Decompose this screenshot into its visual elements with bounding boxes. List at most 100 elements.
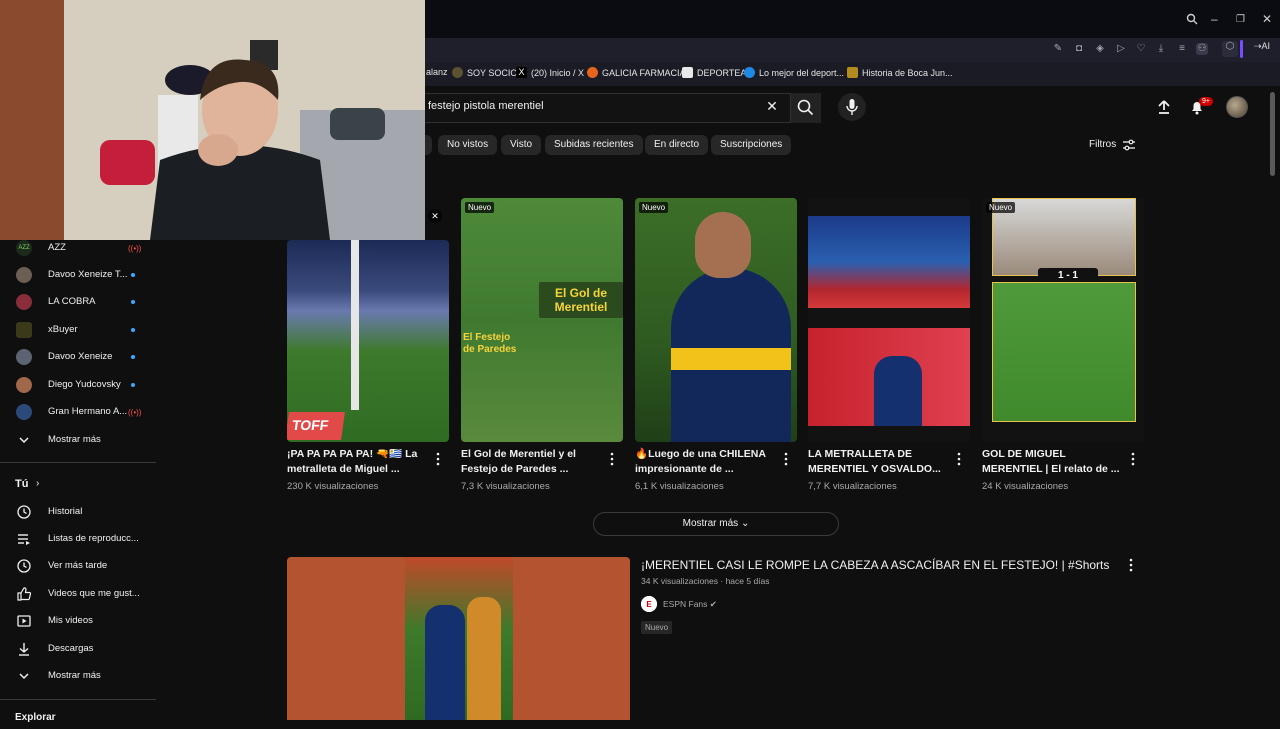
more-options-icon[interactable] — [783, 452, 789, 466]
sidebar-subscription-xbuyer[interactable]: xBuyer — [0, 320, 160, 340]
profile-icon[interactable]: ⚇ — [1196, 43, 1208, 55]
video-title[interactable]: ¡PA PA PA PA PA! 🔫🇺🇾 La metralleta de Mi… — [287, 447, 427, 477]
subscription-label: Gran Hermano A... — [48, 406, 128, 417]
sidebar-item-label: Listas de reproducc... — [48, 533, 139, 544]
ai-button[interactable]: ⇢AI — [1254, 41, 1270, 52]
minimize-icon[interactable]: – — [1211, 12, 1218, 26]
video-title[interactable]: LA METRALLETA DE MERENTIEL Y OSVALDO... — [808, 447, 948, 477]
restore-icon[interactable]: ❐ — [1236, 14, 1245, 25]
sidebar-item-liked-videos[interactable]: Videos que me gust... — [0, 583, 160, 605]
more-options-icon[interactable] — [1130, 452, 1136, 466]
bookmark-deportea[interactable]: DEPORTEA — [682, 67, 746, 78]
sidebar-item-mis-videos[interactable]: Mis videos — [0, 610, 160, 632]
chip-subidas-recientes[interactable]: Subidas recientes — [545, 135, 643, 155]
channel-avatar: AZZ — [16, 240, 32, 256]
edit-icon[interactable]: ✎ — [1052, 43, 1064, 55]
more-options-icon[interactable] — [1128, 558, 1134, 572]
close-window-icon[interactable]: ✕ — [1262, 12, 1272, 26]
sidebar-item-historial[interactable]: Historial — [0, 501, 160, 523]
sidebar-subscription-davoo-t[interactable]: Davoo Xeneize T... — [0, 265, 160, 285]
shield-icon[interactable]: ◈ — [1094, 43, 1106, 55]
sidebar-you-heading[interactable]: Tú › — [0, 473, 160, 495]
new-badge: Nuevo — [465, 202, 495, 213]
bookmark-alanz[interactable]: alanz — [426, 67, 448, 77]
video-views: 7,7 K visualizaciones — [808, 481, 897, 492]
video-title[interactable]: GOL DE MIGUEL MERENTIEL | El relato de .… — [982, 447, 1122, 477]
video-thumbnail[interactable]: 1 - 1 Nuevo — [982, 198, 1144, 442]
close-icon[interactable]: ✕ — [428, 209, 442, 223]
filters-icon[interactable] — [1122, 138, 1136, 152]
bookmark-soy-socio[interactable]: SOY SOCIO — [452, 67, 517, 78]
clear-search-icon[interactable]: ✕ — [764, 98, 780, 114]
sidebar-subscription-azz[interactable]: AZZ AZZ ((•)) — [0, 238, 160, 258]
live-icon: ((•)) — [128, 408, 142, 417]
chevron-down-icon — [19, 437, 29, 444]
bookmark-historia-boca[interactable]: Historia de Boca Jun... — [847, 67, 953, 78]
deportea-icon — [682, 67, 693, 78]
chip-no-vistos[interactable]: No vistos — [438, 135, 498, 155]
camera-icon[interactable]: ◘ — [1073, 43, 1085, 55]
new-badge: Nuevo — [641, 621, 673, 634]
search-query[interactable]: festejo pistola merentiel — [428, 100, 544, 112]
video-thumbnail[interactable]: Nuevo — [635, 198, 797, 442]
thumbnail-caption: El Festejo de Paredes — [463, 332, 517, 355]
match-frame — [992, 282, 1136, 422]
sidebar-subscription-la-cobra[interactable]: LA COBRA — [0, 292, 160, 312]
menu-icon[interactable]: ≡ — [1176, 43, 1188, 55]
sidebar-subscription-davoo[interactable]: Davoo Xeneize — [0, 347, 160, 367]
more-options-icon[interactable] — [609, 452, 615, 466]
explore-label: Explorar — [15, 712, 56, 723]
video-views: 6,1 K visualizaciones — [635, 481, 724, 492]
video-title[interactable]: 🔥Luego de una CHILENA impresionante de .… — [635, 447, 775, 477]
chevron-down-icon: ⌄ — [740, 518, 750, 529]
video-views: 7,3 K visualizaciones — [461, 481, 550, 492]
more-options-icon[interactable] — [435, 452, 441, 466]
sidebar-item-descargas[interactable]: Descargas — [0, 638, 160, 660]
clock-icon — [17, 559, 31, 573]
scrollbar-thumb[interactable] — [1270, 92, 1275, 176]
voice-search-button[interactable] — [838, 93, 866, 121]
subscription-label: Diego Yudcovsky — [48, 379, 121, 390]
channel-avatar[interactable]: E — [641, 596, 657, 612]
search-icon[interactable] — [1186, 13, 1198, 25]
bookmark-x[interactable]: X (20) Inicio / X — [516, 67, 584, 78]
chip-en-directo[interactable]: En directo — [645, 135, 709, 155]
sidebar-explore-heading[interactable]: Explorar — [0, 707, 160, 729]
sidebar-subscription-gran-hermano[interactable]: Gran Hermano A... ((•)) — [0, 402, 160, 422]
chip-suscripciones[interactable]: Suscripciones — [711, 135, 792, 155]
channel-avatar — [16, 349, 32, 365]
account-avatar[interactable] — [1226, 96, 1248, 118]
shorts-title[interactable]: ¡MERENTIEL CASI LE ROMPE LA CABEZA A ASC… — [641, 558, 1109, 572]
new-badge: Nuevo — [639, 202, 669, 213]
bookmark-galicia[interactable]: GALICIA FARMACIA — [587, 67, 686, 78]
sidebar-item-ver-mas-tarde[interactable]: Ver más tarde — [0, 555, 160, 577]
play-icon[interactable]: ▷ — [1115, 43, 1127, 55]
upload-icon[interactable] — [1156, 99, 1172, 115]
channel-avatar — [16, 377, 32, 393]
sidebar-item-playlists[interactable]: Listas de reproducc... — [0, 528, 160, 550]
shorts-thumbnail[interactable] — [287, 557, 630, 720]
channel-avatar — [16, 404, 32, 420]
bookmark-lo-mejor[interactable]: Lo mejor del deport... — [744, 67, 844, 78]
channel-name[interactable]: ESPN Fans ✔ — [663, 599, 717, 610]
more-options-icon[interactable] — [956, 452, 962, 466]
video-title[interactable]: El Gol de Merentiel y el Festejo de Pare… — [461, 447, 601, 477]
show-more-button[interactable]: Mostrar más ⌄ — [593, 512, 839, 536]
espn-logo-icon: E — [641, 596, 657, 612]
filters-button[interactable]: Filtros — [1089, 139, 1116, 150]
video-thumbnail[interactable]: El Gol de Merentiel El Festejo de Parede… — [461, 198, 623, 442]
chip-visto[interactable]: Visto — [501, 135, 542, 155]
thumbnail-caption: TOFF — [287, 412, 345, 440]
video-thumbnail[interactable] — [808, 198, 970, 442]
heart-icon[interactable]: ♡ — [1135, 43, 1147, 55]
download-icon[interactable]: ⤓ — [1155, 43, 1167, 55]
extension-icon[interactable]: ⬡ — [1222, 41, 1238, 57]
sidebar-show-more-you[interactable]: Mostrar más — [0, 665, 160, 687]
search-button[interactable] — [791, 93, 821, 123]
channel-avatar — [16, 294, 32, 310]
video-thumbnail[interactable]: TOFF — [287, 240, 449, 442]
sidebar-item-label: Historial — [48, 506, 83, 517]
sidebar-show-more-subscriptions[interactable]: Mostrar más — [0, 429, 160, 451]
sidebar-subscription-diego[interactable]: Diego Yudcovsky — [0, 375, 160, 395]
bookmark-label: DEPORTEA — [697, 67, 747, 78]
